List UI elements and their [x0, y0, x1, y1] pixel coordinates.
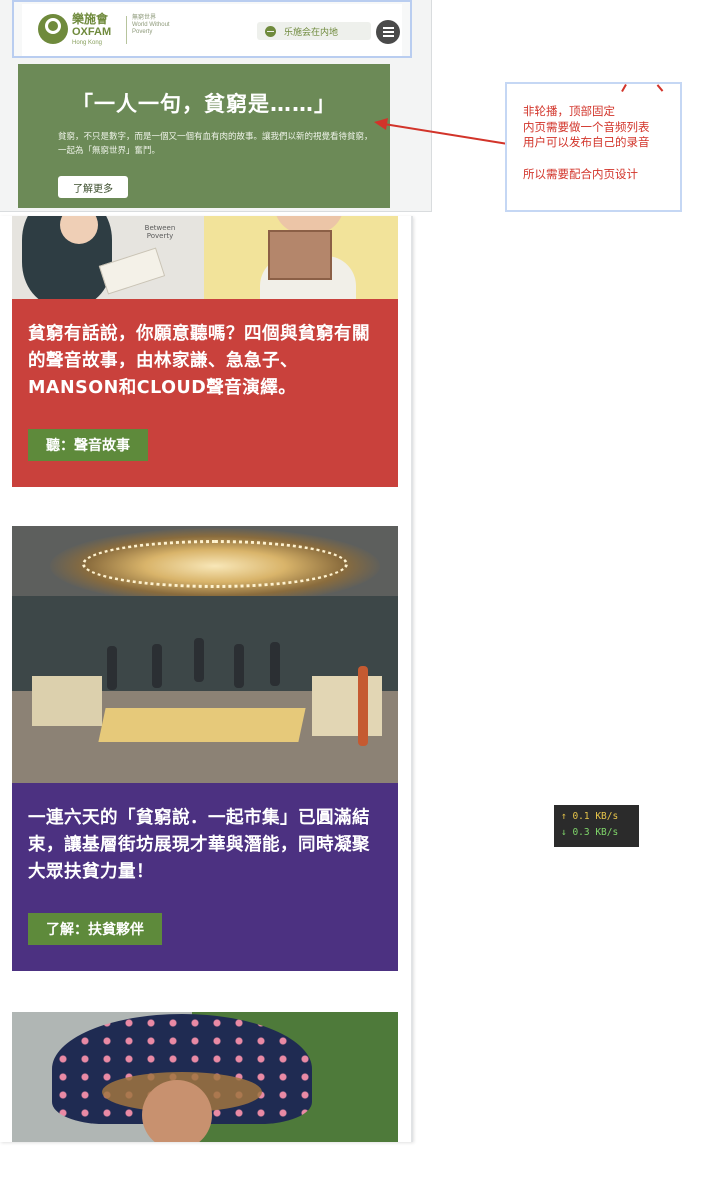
card-text: 貧窮有話說，你願意聽嗎？四個與貧窮有關的聲音故事，由林家謙、急急子、MANSON…	[28, 324, 370, 398]
upload-speed: ↑ 0.1 KB/s	[561, 811, 619, 822]
card-text: 一連六天的「貧窮說．一起市集」已圓滿結束，讓基層街坊展現才華與潛能，同時凝聚大眾…	[28, 808, 370, 882]
partners-button[interactable]: 了解：扶貧夥伴	[28, 913, 162, 945]
globe-icon	[265, 25, 276, 37]
logo-cn: 樂施會	[72, 12, 109, 26]
download-speed: ↓ 0.3 KB/s	[561, 827, 619, 838]
image-mark: Between Poverty	[144, 224, 176, 240]
oxfam-logo-icon[interactable]	[38, 14, 68, 44]
card-image[interactable]	[12, 526, 398, 783]
logo-region: Hong Kong	[72, 40, 103, 46]
network-speed-widget: ↑ 0.1 KB/s ↓ 0.3 KB/s	[554, 805, 639, 847]
note-line: 用户可以发布自己的录音	[523, 135, 650, 149]
header-frame: 樂施會 OXFAM Hong Kong 無窮世界 World Without P…	[12, 0, 412, 58]
region-label: 乐施会在内地	[284, 27, 339, 38]
hero-banner: 「一人一句，貧窮是……」 貧窮，不只是數字，而是一個又一個有血有肉的故事。讓我們…	[18, 64, 390, 208]
logo-tagline: 無窮世界 World Without Poverty	[132, 15, 170, 35]
note-mark	[621, 84, 627, 92]
mockup-header-screenshot: 樂施會 OXFAM Hong Kong 無窮世界 World Without P…	[0, 0, 432, 212]
hero-title: 「一人一句，貧窮是……」	[72, 92, 336, 116]
note-line: 所以需要配合内页设计	[523, 166, 638, 181]
mobile-page[interactable]: Between Poverty 貧窮有話說，你願意聽嗎？四個與貧窮有關的聲音故事…	[0, 216, 413, 1142]
note-line: 内页需要做一个音频列表	[523, 119, 650, 134]
listen-audio-button[interactable]: 聽：聲音故事	[28, 429, 148, 461]
logo-en: OXFAM	[72, 26, 112, 38]
hamburger-icon	[382, 31, 394, 33]
annotation-note: 非轮播，顶部固定 内页需要做一个音频列表 用户可以发布自己的录音 所以需要配合内…	[505, 82, 682, 212]
menu-button[interactable]	[376, 20, 400, 44]
hamburger-icon	[382, 27, 394, 29]
card-body: 貧窮有話說，你願意聽嗎？四個與貧窮有關的聲音故事，由林家謙、急急子、MANSON…	[12, 299, 398, 487]
card-body: 一連六天的「貧窮說．一起市集」已圓滿結束，讓基層街坊展現才華與潛能，同時凝聚大眾…	[12, 783, 398, 971]
hero-description: 貧窮，不只是數字，而是一個又一個有血有肉的故事。讓我們以新的視覺看待貧窮，一起為…	[58, 132, 373, 156]
site-header: 樂施會 OXFAM Hong Kong 無窮世界 World Without P…	[22, 4, 402, 56]
card-image[interactable]: Between Poverty	[12, 216, 398, 299]
site-logo[interactable]: 樂施會 OXFAM Hong Kong	[72, 13, 111, 46]
note-line: 非轮播，顶部固定	[523, 104, 615, 118]
logo-divider	[126, 16, 127, 44]
learn-more-button[interactable]: 了解更多	[58, 176, 128, 198]
annotation-arrow	[374, 118, 509, 145]
hamburger-icon	[382, 35, 394, 37]
region-switch-button[interactable]: 乐施会在内地	[257, 22, 371, 40]
card-image[interactable]	[12, 1012, 398, 1142]
note-mark	[656, 84, 664, 92]
